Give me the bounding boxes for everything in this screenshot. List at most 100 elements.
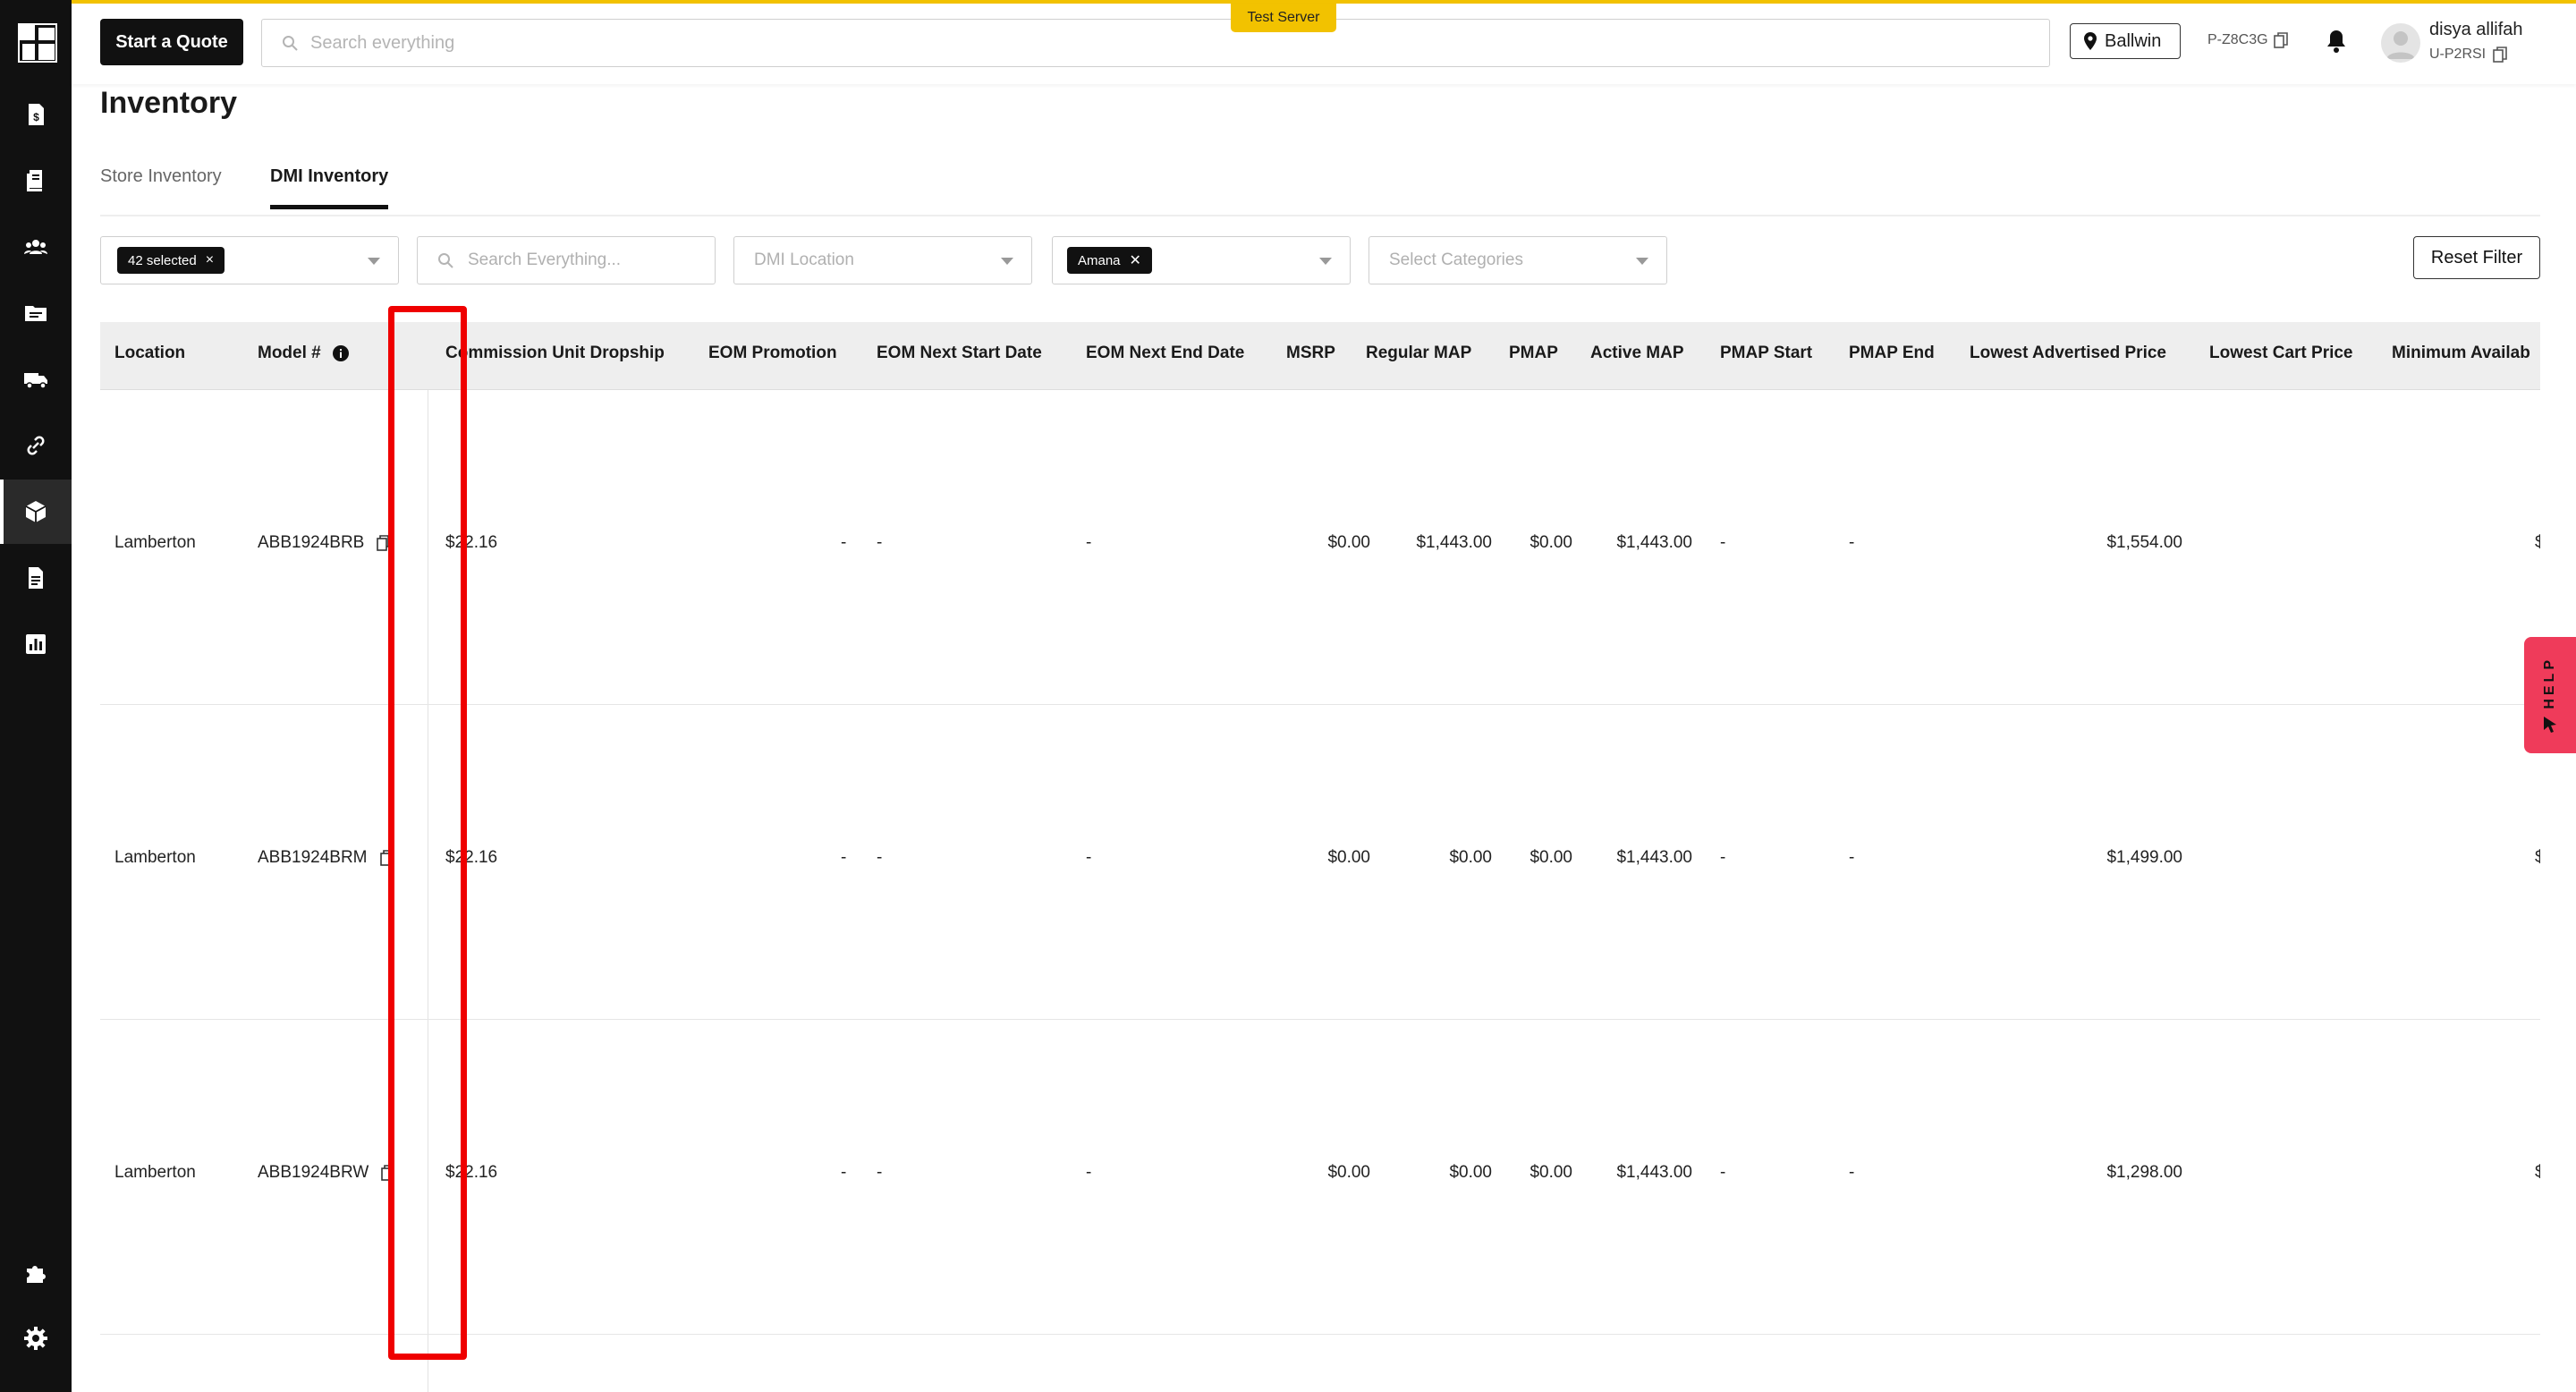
cell-commission: $22.16 xyxy=(445,1163,498,1182)
selected-count-text: 42 selected xyxy=(128,252,197,268)
column-header[interactable]: Commission Unit Dropship xyxy=(445,344,665,363)
column-header[interactable]: Lowest Cart Price xyxy=(2209,344,2353,363)
global-search-input[interactable]: Search everything xyxy=(261,19,2050,67)
filter-search-input[interactable]: Search Everything... xyxy=(417,236,716,284)
cell-regular-map: $1,443.00 xyxy=(1416,533,1492,552)
nav-link-icon[interactable] xyxy=(0,413,72,478)
column-header-model[interactable]: Model # xyxy=(258,344,350,363)
location-pin-icon xyxy=(2084,32,2097,50)
cell-location: Lamberton xyxy=(114,1163,196,1182)
cell-eom-next-start: - xyxy=(877,533,883,552)
copy-icon[interactable] xyxy=(2273,32,2288,48)
column-header[interactable]: EOM Next Start Date xyxy=(877,344,1042,363)
column-header[interactable]: EOM Next End Date xyxy=(1086,344,1244,363)
cell-commission: $22.16 xyxy=(445,533,498,552)
user-name: disya allifah xyxy=(2429,20,2523,39)
start-quote-button[interactable]: Start a Quote xyxy=(100,19,243,65)
store-code: P-Z8C3G xyxy=(2207,32,2288,48)
cell-model-text: ABB1924BRM xyxy=(258,848,368,867)
copy-icon[interactable] xyxy=(2493,47,2507,63)
cell-regular-map: $0.00 xyxy=(1449,848,1492,867)
categories-placeholder: Select Categories xyxy=(1389,250,1523,269)
reset-filter-button[interactable]: Reset Filter xyxy=(2413,236,2540,279)
nav-customers-icon[interactable] xyxy=(0,215,72,279)
nav-folder-icon[interactable] xyxy=(0,281,72,345)
cell-pmap: $0.00 xyxy=(1530,848,1572,867)
cursor-arrow-icon xyxy=(2544,717,2556,734)
chevron-down-icon xyxy=(1001,258,1013,265)
nav-plugins-puzzle-icon[interactable] xyxy=(0,1242,72,1306)
brand-multiselect[interactable]: Amana ✕ xyxy=(1052,236,1351,284)
cell-eom-promotion: - xyxy=(841,848,847,867)
cell-commission: $22.16 xyxy=(445,848,498,867)
cell-lowest-advertised: $1,298.00 xyxy=(2106,1163,2182,1182)
chevron-down-icon xyxy=(1319,258,1332,265)
nav-orders-icon[interactable] xyxy=(0,149,72,213)
cell-eom-next-end: - xyxy=(1086,848,1092,867)
cell-lowest-advertised: $1,554.00 xyxy=(2106,533,2182,552)
selected-count-chip[interactable]: 42 selected × xyxy=(117,247,225,274)
tab-dmi-inventory[interactable]: DMI Inventory xyxy=(270,166,389,209)
store-code-text: P-Z8C3G xyxy=(2207,32,2268,47)
categories-select[interactable]: Select Categories xyxy=(1368,236,1667,284)
table-row[interactable]: Lamberton ABB1924BRB $22.16 - - - $0.00 … xyxy=(100,390,2540,705)
cell-msrp: $0.00 xyxy=(1327,848,1370,867)
nav-inventory-box-icon[interactable] xyxy=(0,480,72,544)
dmi-location-select[interactable]: DMI Location xyxy=(733,236,1032,284)
cell-pmap-end: - xyxy=(1849,533,1855,552)
nav-quotes-icon[interactable]: $ xyxy=(0,82,72,147)
table-header: Location Model # Commission Unit Dropshi… xyxy=(100,322,2540,390)
info-icon[interactable] xyxy=(332,344,350,362)
clear-selection-icon[interactable]: × xyxy=(206,252,214,268)
user-id: U-P2RSI xyxy=(2429,47,2507,63)
notifications-bell-icon[interactable] xyxy=(2326,29,2347,58)
cell-eom-promotion: - xyxy=(841,533,847,552)
cell-model: ABB1924BRM xyxy=(258,848,393,868)
table-row[interactable]: Lamberton ABB1924BRM $22.16 - - - $0.00 … xyxy=(100,705,2540,1020)
column-header[interactable]: Lowest Advertised Price xyxy=(1970,344,2166,363)
column-header[interactable]: Minimum Availab xyxy=(2392,344,2530,363)
help-tab[interactable]: HELP xyxy=(2524,637,2576,753)
nav-documents-icon[interactable] xyxy=(0,546,72,610)
cell-msrp: $0.00 xyxy=(1327,1163,1370,1182)
column-header[interactable]: Active MAP xyxy=(1590,344,1684,363)
cell-msrp: $0.00 xyxy=(1327,533,1370,552)
user-avatar[interactable] xyxy=(2381,23,2420,63)
column-header[interactable]: EOM Promotion xyxy=(708,344,837,363)
copy-icon[interactable] xyxy=(379,850,393,866)
inventory-tabs: Store Inventory DMI Inventory xyxy=(100,159,2540,216)
cell-active-map: $1,443.00 xyxy=(1616,533,1692,552)
nav-delivery-truck-icon[interactable] xyxy=(0,347,72,412)
dmi-location-placeholder: DMI Location xyxy=(754,250,854,269)
nav-reports-chart-icon[interactable] xyxy=(0,612,72,676)
chevron-down-icon xyxy=(1636,258,1648,265)
store-location-button[interactable]: Ballwin xyxy=(2070,23,2181,59)
column-header[interactable]: PMAP Start xyxy=(1720,344,1812,363)
cell-model-text: ABB1924BRB xyxy=(258,533,365,552)
sidebar: $ xyxy=(0,0,72,1392)
column-header[interactable]: PMAP End xyxy=(1849,344,1935,363)
copy-icon[interactable] xyxy=(381,1165,394,1181)
column-header[interactable]: MSRP xyxy=(1286,344,1335,363)
cell-pmap-start: - xyxy=(1720,533,1726,552)
remove-brand-icon[interactable]: ✕ xyxy=(1130,251,1141,269)
cell-pmap: $0.00 xyxy=(1530,1163,1572,1182)
cell-model: ABB1924BRW xyxy=(258,1163,394,1183)
cell-minimum-available: $ xyxy=(2535,1163,2540,1182)
cell-eom-next-start: - xyxy=(877,1163,883,1182)
cell-model-text: ABB1924BRW xyxy=(258,1163,369,1182)
tab-store-inventory[interactable]: Store Inventory xyxy=(100,166,222,205)
column-header[interactable]: Location xyxy=(114,344,185,363)
svg-text:$: $ xyxy=(33,111,39,123)
app-logo[interactable] xyxy=(18,23,57,63)
column-header-text: Model # xyxy=(258,344,321,362)
inventory-table: Location Model # Commission Unit Dropshi… xyxy=(100,322,2540,1392)
nav-settings-gear-icon[interactable] xyxy=(0,1306,72,1371)
vendor-multiselect[interactable]: 42 selected × xyxy=(100,236,399,284)
brand-chip[interactable]: Amana ✕ xyxy=(1067,247,1152,274)
column-header[interactable]: PMAP xyxy=(1509,344,1558,363)
copy-icon[interactable] xyxy=(377,535,390,551)
table-row[interactable]: Lamberton ABB1924BRW $22.16 - - - $0.00 … xyxy=(100,1020,2540,1335)
cell-location: Lamberton xyxy=(114,848,196,867)
column-header[interactable]: Regular MAP xyxy=(1366,344,1471,363)
